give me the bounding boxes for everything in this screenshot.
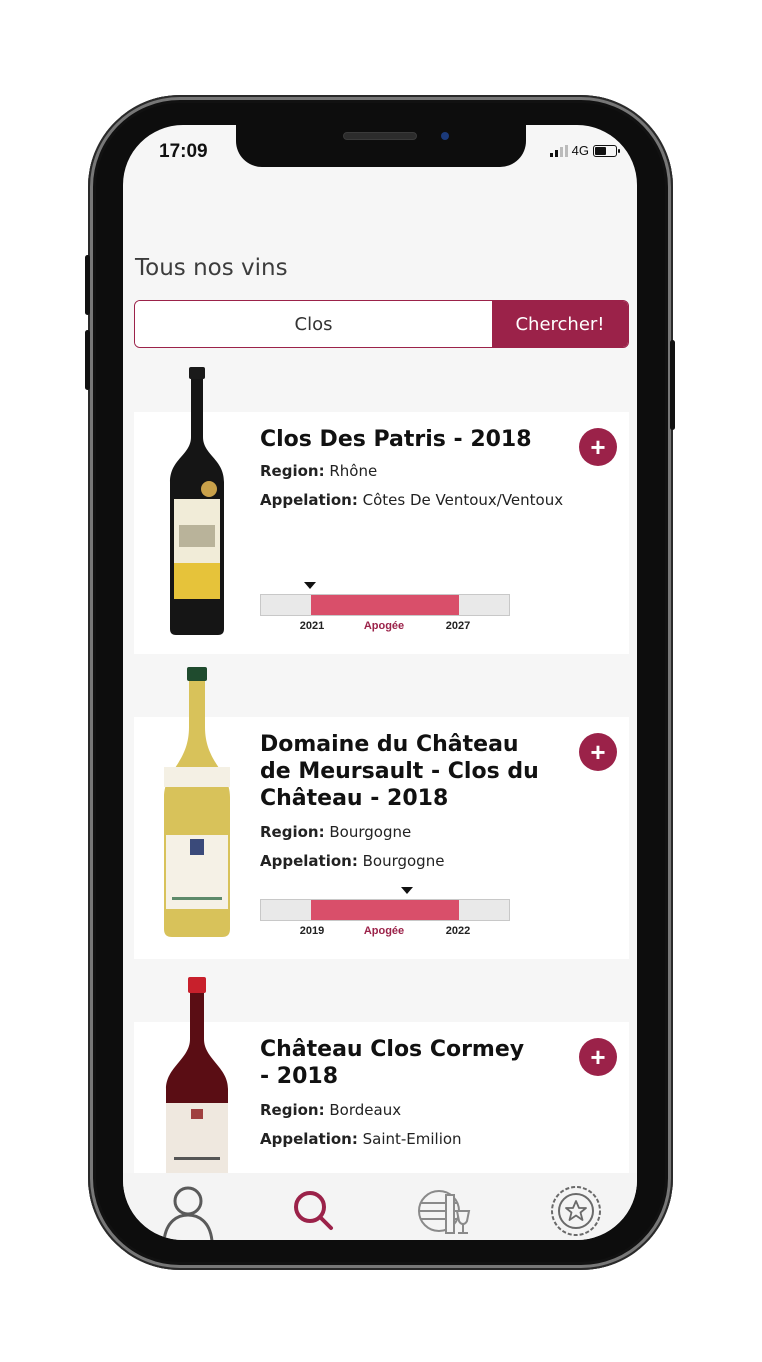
wine-name: Château Clos Cormey - 2018 (260, 1037, 525, 1089)
wine-card[interactable]: Domaine du Château de Meursault - Clos d… (134, 667, 629, 959)
add-wine-button[interactable]: + (579, 733, 617, 771)
timeline-start-year: 2019 (299, 925, 325, 937)
appelation-value: Côtes De Ventoux/Ventoux (362, 491, 564, 509)
search-bar: Chercher! (134, 300, 629, 348)
wine-name: Domaine du Château de Meursault - Clos d… (260, 732, 539, 811)
wine-card[interactable]: Château Clos Cormey - 2018 Region: Borde… (134, 977, 629, 1182)
timeline-start-year: 2021 (299, 620, 325, 632)
wine-appelation: Appelation: Côtes De Ventoux/Ventoux (260, 491, 563, 509)
signal-icon (549, 144, 568, 157)
region-label: Region: (260, 823, 325, 841)
tab-rewards[interactable] (541, 1181, 611, 1240)
region-label: Region: (260, 1101, 325, 1119)
phone-side-button (85, 255, 90, 315)
cellar-icon (418, 1190, 471, 1234)
wine-name: Clos Des Patris - 2018 (260, 427, 532, 452)
region-value: Bordeaux (329, 1101, 402, 1119)
current-year-marker (304, 582, 316, 589)
phone-volume-up (85, 330, 90, 390)
phone-screen: 17:09 4G Tous nos vins Chercher! Clos De… (123, 125, 637, 1240)
region-value: Rhône (329, 462, 378, 480)
timeline-bar (260, 594, 510, 616)
bottom-tab-bar (123, 1173, 637, 1240)
appelation-label: Appelation: (260, 852, 358, 870)
wine-card[interactable]: Clos Des Patris - 2018 Region: Rhône App… (134, 367, 629, 654)
add-wine-button[interactable]: + (579, 1038, 617, 1076)
region-value: Bourgogne (329, 823, 412, 841)
appelation-label: Appelation: (260, 491, 358, 509)
appelation-label: Appelation: (260, 1130, 358, 1148)
network-label: 4G (571, 143, 589, 158)
camera (441, 132, 449, 140)
current-year-marker (401, 887, 413, 894)
notch (236, 125, 526, 167)
wine-bottle-image (166, 977, 228, 1177)
speaker (343, 132, 417, 140)
search-icon (294, 1191, 333, 1230)
timeline-bar (260, 899, 510, 921)
search-button[interactable]: Chercher! (492, 301, 628, 347)
battery-icon (593, 144, 620, 157)
tab-cellar[interactable] (408, 1181, 478, 1240)
wine-bottle-image (170, 367, 224, 635)
wine-region: Region: Bordeaux (260, 1101, 401, 1119)
apogee-timeline: 2019 Apogée 2022 (260, 887, 510, 947)
status-time: 17:09 (159, 141, 208, 162)
user-icon (162, 1186, 214, 1240)
region-label: Region: (260, 462, 325, 480)
search-input[interactable] (135, 301, 492, 347)
wine-bottle-image (164, 667, 230, 937)
timeline-apogee-label: Apogée (363, 620, 405, 632)
wine-appelation: Appelation: Saint-Emilion (260, 1130, 462, 1148)
badge-star-icon (551, 1186, 601, 1236)
wine-appelation: Appelation: Bourgogne (260, 852, 444, 870)
timeline-end-year: 2027 (445, 620, 471, 632)
wine-region: Region: Rhône (260, 462, 377, 480)
apogee-range (311, 900, 459, 920)
add-wine-button[interactable]: + (579, 428, 617, 466)
page-title: Tous nos vins (135, 255, 288, 281)
timeline-end-year: 2022 (445, 925, 471, 937)
appelation-value: Saint-Emilion (362, 1130, 462, 1148)
status-indicators: 4G (549, 143, 620, 158)
phone-power-button (670, 340, 675, 430)
tab-profile[interactable] (153, 1181, 223, 1240)
timeline-apogee-label: Apogée (363, 925, 405, 937)
wine-region: Region: Bourgogne (260, 823, 411, 841)
appelation-value: Bourgogne (362, 852, 445, 870)
apogee-timeline: 2021 Apogée 2027 (260, 582, 510, 642)
apogee-range (311, 595, 459, 615)
tab-search[interactable] (279, 1181, 349, 1240)
